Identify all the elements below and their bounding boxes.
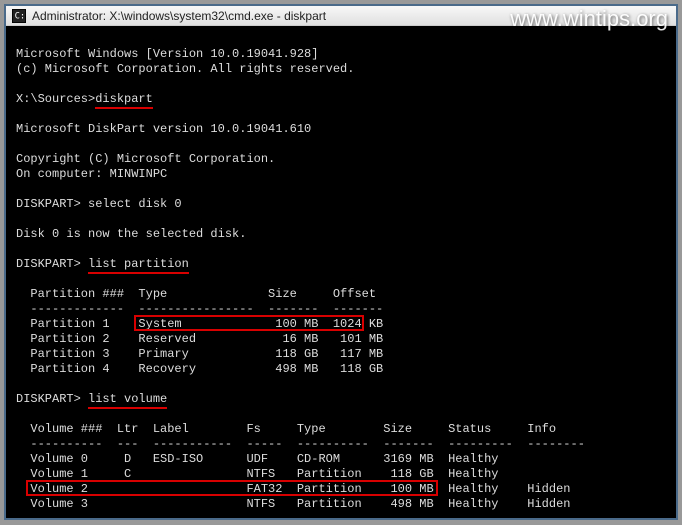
- line-dpcopy: Copyright (C) Microsoft Corporation.: [16, 152, 275, 166]
- line-winver: Microsoft Windows [Version 10.0.19041.92…: [16, 47, 318, 61]
- prompt-sources: X:\Sources>: [16, 92, 95, 106]
- dp-prompt-1: DISKPART>: [16, 197, 88, 211]
- vol-row-1: Volume 1 C NTFS Partition 118 GB Healthy: [16, 467, 498, 481]
- vol-row-2: Volume 2 FAT32 Partition 100 MB Healthy …: [16, 482, 571, 496]
- watermark: www.wintips.org: [510, 6, 668, 32]
- part-divider: ------------- ---------------- ------- -…: [16, 302, 383, 316]
- part-row-2: Partition 2 Reserved 16 MB 101 MB: [16, 332, 383, 346]
- cmd-diskpart: diskpart: [95, 92, 153, 109]
- vol-row-3: Volume 3 NTFS Partition 498 MB Healthy H…: [16, 497, 571, 511]
- line-dpver: Microsoft DiskPart version 10.0.19041.61…: [16, 122, 311, 136]
- cmd-icon: C:: [12, 9, 26, 23]
- vol-divider: ---------- --- ----------- ----- -------…: [16, 437, 585, 451]
- cmd-select-disk: select disk 0: [88, 197, 182, 211]
- cmd-list-partition: list partition: [88, 257, 189, 274]
- part-row-4: Partition 4 Recovery 498 MB 118 GB: [16, 362, 383, 376]
- svg-text:C:: C:: [15, 11, 26, 21]
- cmd-window: C: Administrator: X:\windows\system32\cm…: [4, 4, 678, 520]
- part-row-1: Partition 1 System 100 MB 1024 KB: [16, 317, 383, 331]
- dp-prompt-3: DISKPART>: [16, 392, 88, 406]
- vol-header: Volume ### Ltr Label Fs Type Size Status…: [16, 422, 556, 436]
- line-selected: Disk 0 is now the selected disk.: [16, 227, 246, 241]
- cmd-list-volume: list volume: [88, 392, 167, 409]
- vol-row-0: Volume 0 D ESD-ISO UDF CD-ROM 3169 MB He…: [16, 452, 498, 466]
- line-oncomp: On computer: MINWINPC: [16, 167, 167, 181]
- titlebar-text: Administrator: X:\windows\system32\cmd.e…: [32, 9, 326, 23]
- dp-prompt-2: DISKPART>: [16, 257, 88, 271]
- part-row-3: Partition 3 Primary 118 GB 117 MB: [16, 347, 383, 361]
- terminal[interactable]: Microsoft Windows [Version 10.0.19041.92…: [6, 26, 676, 518]
- line-copyright: (c) Microsoft Corporation. All rights re…: [16, 62, 354, 76]
- part-header: Partition ### Type Size Offset: [16, 287, 376, 301]
